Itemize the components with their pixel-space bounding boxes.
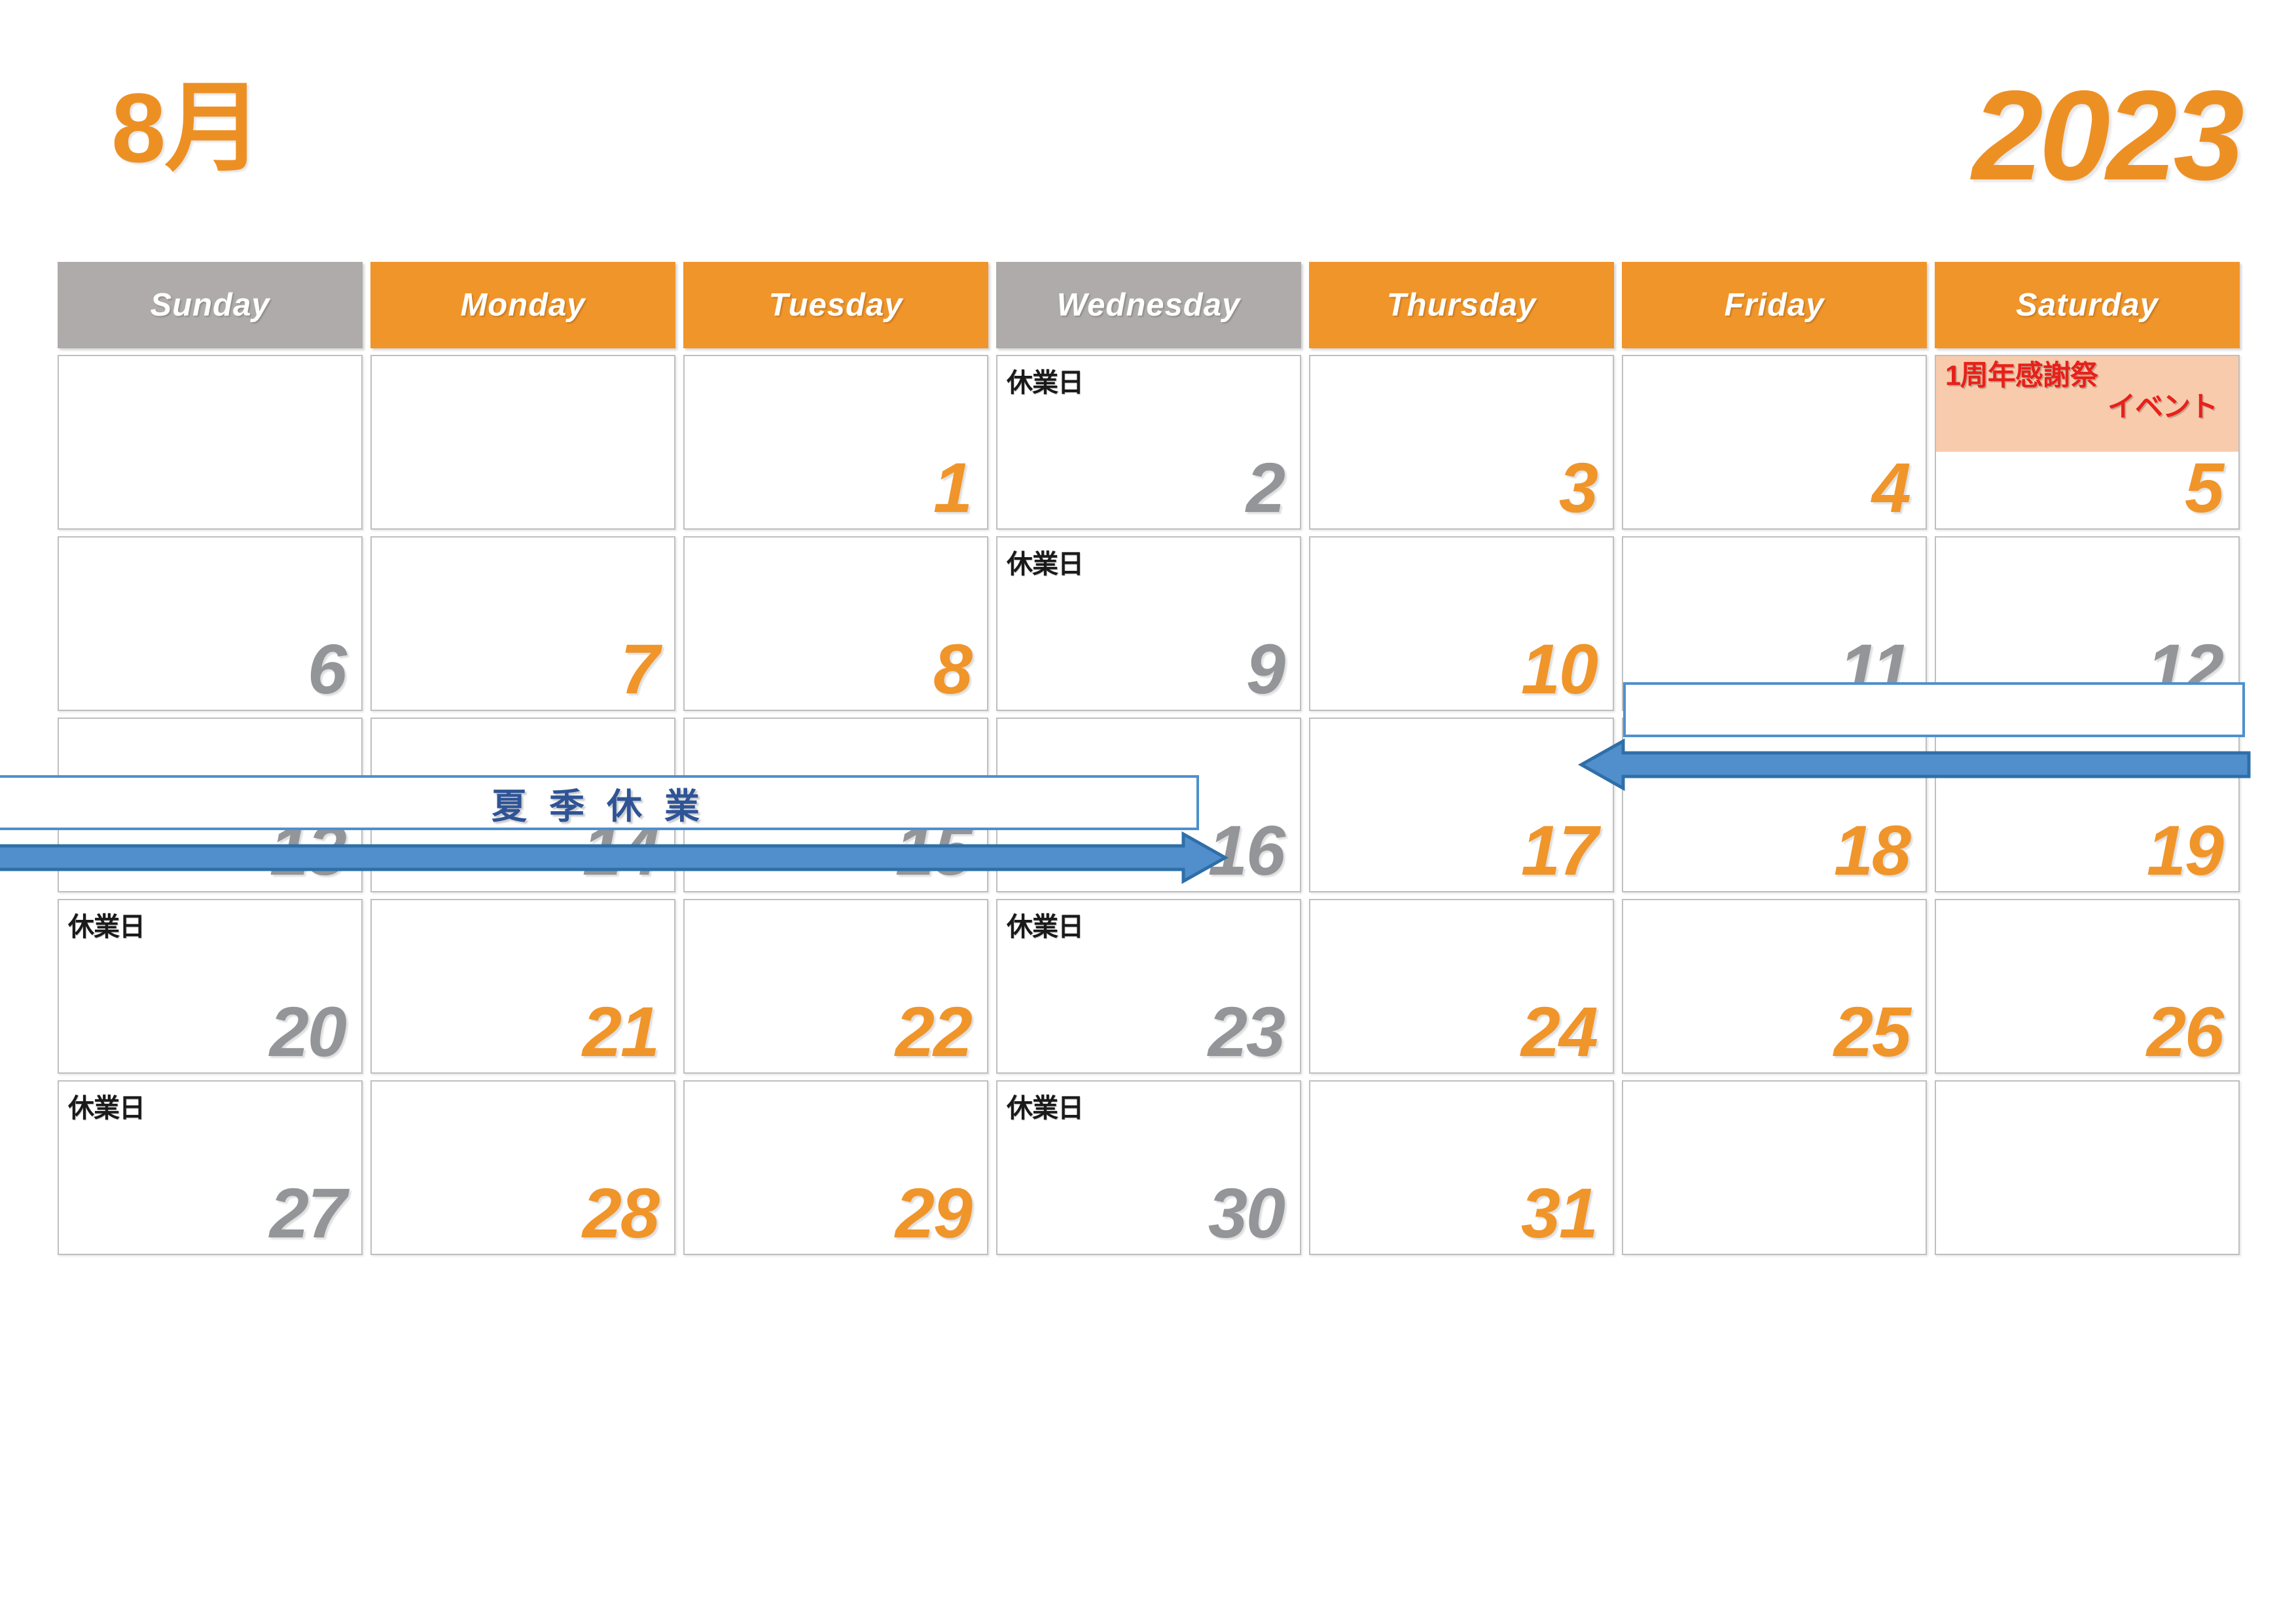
day-number: 18 [1833, 811, 1911, 890]
day-number: 22 [895, 992, 973, 1071]
band-label-summer: 夏季休業 [492, 786, 722, 826]
weekday-label: Thursday [1386, 287, 1537, 323]
day-number: 1 [933, 448, 973, 527]
day-cell-24[interactable]: 24 [1309, 899, 1614, 1074]
month-title: 8月 [111, 73, 262, 183]
day-number: 3 [1558, 448, 1598, 527]
day-cell-29[interactable]: 29 [683, 1080, 988, 1255]
weekday-header-wednesday: Wednesday [996, 262, 1301, 348]
day-cell-28[interactable]: 28 [370, 1080, 675, 1255]
day-number: 8 [933, 629, 973, 708]
day-number: 5 [2184, 448, 2224, 527]
day-cell-25[interactable]: 25 [1622, 899, 1927, 1074]
day-number: 29 [895, 1173, 973, 1252]
weekday-header-sunday: Sunday [58, 262, 363, 348]
band-callout-box [1623, 682, 2245, 737]
day-cell-empty [58, 355, 363, 530]
day-number: 24 [1520, 992, 1598, 1071]
closed-day-note: 休業日 [68, 913, 145, 941]
closed-day-note: 休業日 [1007, 913, 1084, 941]
closed-day-note: 休業日 [1007, 1094, 1084, 1123]
calendar-header: 8月 2023 [0, 0, 2296, 255]
day-cell-7[interactable]: 7 [370, 536, 675, 711]
day-number: 30 [1208, 1173, 1285, 1252]
day-number: 23 [1208, 992, 1285, 1071]
day-cell-1[interactable]: 1 [683, 355, 988, 530]
day-cell-9[interactable]: 休業日 9 [996, 536, 1301, 711]
day-number: 25 [1833, 992, 1911, 1071]
day-cell-5[interactable]: 1周年感謝祭 イベント 5 [1935, 355, 2240, 530]
day-cell-30[interactable]: 休業日 30 [996, 1080, 1301, 1255]
day-cell-empty [1935, 1080, 2240, 1255]
weekday-header-thursday: Thursday [1309, 262, 1614, 348]
day-number: 31 [1520, 1173, 1598, 1252]
weekday-header-tuesday: Tuesday [683, 262, 988, 348]
day-cell-6[interactable]: 6 [58, 536, 363, 711]
day-cell-21[interactable]: 21 [370, 899, 675, 1074]
weekday-label: Saturday [2016, 287, 2159, 323]
day-number: 21 [582, 992, 660, 1071]
day-number: 19 [2146, 811, 2224, 890]
schedule-band-summer: 夏季休業 [0, 775, 1229, 884]
closed-day-note: 休業日 [68, 1094, 145, 1123]
day-cell-8[interactable]: 8 [683, 536, 988, 711]
weekday-label: Monday [460, 287, 586, 323]
day-cell-10[interactable]: 10 [1309, 536, 1614, 711]
day-number: 10 [1520, 629, 1598, 708]
closed-day-note: 休業日 [1007, 550, 1084, 579]
band-callout-box: 夏季休業 [0, 775, 1199, 830]
event-line-2: イベント [2108, 392, 2218, 424]
day-number: 6 [307, 629, 347, 708]
day-number: 17 [1520, 811, 1598, 890]
day-cell-22[interactable]: 22 [683, 899, 988, 1074]
day-cell-20[interactable]: 休業日 20 [58, 899, 363, 1074]
arrow-right-icon [0, 831, 1229, 884]
day-cell-empty [370, 355, 675, 530]
weekday-label: Tuesday [768, 287, 903, 323]
day-cell-27[interactable]: 休業日 27 [58, 1080, 363, 1255]
day-number: 2 [1246, 448, 1285, 527]
day-number: 4 [1871, 448, 1911, 527]
day-cell-17[interactable]: 17 [1309, 718, 1614, 892]
day-number: 9 [1246, 629, 1285, 708]
day-number: 28 [582, 1173, 660, 1252]
weekday-label: Wednesday [1056, 287, 1241, 323]
day-cell-31[interactable]: 31 [1309, 1080, 1614, 1255]
event-line-1: 1周年感謝祭 [1945, 360, 2098, 392]
closed-day-note: 休業日 [1007, 369, 1084, 397]
arrow-left-icon [1577, 738, 2251, 792]
day-number: 27 [269, 1173, 347, 1252]
weekday-label: Friday [1724, 287, 1825, 323]
weekday-label: Sunday [150, 287, 270, 323]
year-title: 2023 [1972, 64, 2244, 207]
day-number: 7 [620, 629, 660, 708]
weekday-header-monday: Monday [370, 262, 675, 348]
day-cell-4[interactable]: 4 [1622, 355, 1927, 530]
day-number: 26 [2146, 992, 2224, 1071]
day-cell-23[interactable]: 休業日 23 [996, 899, 1301, 1074]
day-cell-empty [1622, 1080, 1927, 1255]
day-cell-2[interactable]: 休業日 2 [996, 355, 1301, 530]
weekday-header-friday: Friday [1622, 262, 1927, 348]
day-number: 20 [269, 992, 347, 1071]
event-banner: 1周年感謝祭 イベント [1936, 356, 2238, 452]
day-cell-26[interactable]: 26 [1935, 899, 2240, 1074]
weekday-header-saturday: Saturday [1935, 262, 2240, 348]
schedule-band-week2 [1577, 682, 2251, 792]
day-cell-3[interactable]: 3 [1309, 355, 1614, 530]
